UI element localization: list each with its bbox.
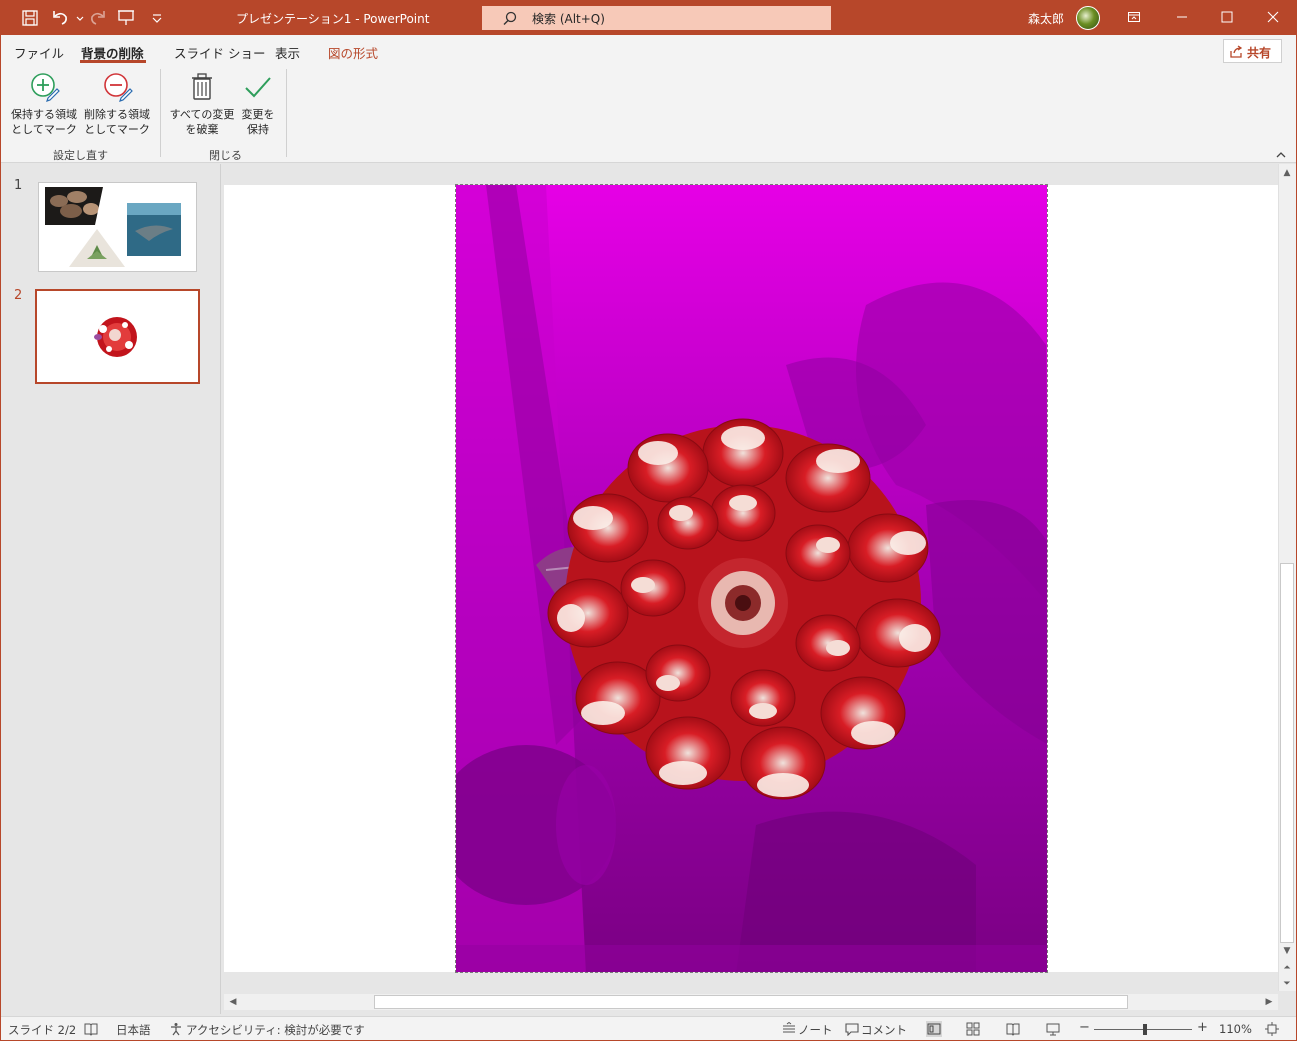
document-title: プレゼンテーション1 - PowerPoint (236, 12, 430, 26)
share-icon (1230, 45, 1243, 58)
slide-1-preview (45, 187, 181, 267)
accessibility-status[interactable]: アクセシビリティ: 検討が必要です (186, 1022, 365, 1038)
minimize-button[interactable] (1160, 0, 1204, 35)
close-icon (1267, 11, 1279, 23)
language-indicator[interactable]: 日本語 (116, 1022, 151, 1038)
minimize-icon (1177, 16, 1187, 18)
customize-qat-icon[interactable] (147, 8, 162, 28)
mark-areas-to-keep-button[interactable]: 保持する領域 としてマーク (8, 69, 80, 143)
scroll-left-icon[interactable]: ◀ (226, 995, 240, 1009)
comment-icon (845, 1022, 859, 1036)
tab-view[interactable]: 表示 (275, 43, 300, 62)
close-button[interactable] (1251, 0, 1295, 35)
slide-thumbnail-2[interactable] (35, 289, 200, 384)
zoom-in-icon[interactable]: + (1197, 1020, 1208, 1035)
notes-icon (782, 1022, 796, 1036)
present-from-beginning-icon[interactable] (116, 8, 136, 28)
keep-label-2: 保持 (247, 123, 269, 136)
trash-icon (192, 73, 212, 100)
keep-changes-button[interactable]: 変更を 保持 (238, 69, 278, 143)
checkmark-icon (245, 77, 271, 98)
scroll-up-icon[interactable]: ▲ (1280, 166, 1294, 180)
spelling-check-icon[interactable] (84, 1022, 98, 1036)
background-removal-picture[interactable] (455, 184, 1048, 973)
group-separator (160, 69, 161, 157)
dahlia-photo (456, 185, 1047, 972)
ribbon-display-icon (1128, 12, 1140, 22)
group-label-refine: 設定し直す (53, 149, 108, 162)
zoom-level[interactable]: 110% (1219, 1022, 1252, 1036)
maximize-icon (1221, 11, 1233, 23)
maximize-button[interactable] (1205, 0, 1249, 35)
scroll-down-icon[interactable]: ▼ (1280, 944, 1294, 958)
scroll-right-icon[interactable]: ▶ (1262, 995, 1276, 1009)
accessibility-icon (169, 1022, 183, 1036)
fit-to-window-icon[interactable] (1265, 1022, 1279, 1036)
search-box[interactable]: 検索 (Alt+Q) (482, 6, 831, 30)
previous-slide-icon[interactable]: ⏶ (1280, 961, 1294, 975)
discard-label-1: すべての変更 (169, 108, 235, 121)
user-name[interactable]: 森太郎 (1028, 10, 1064, 27)
discard-all-changes-button[interactable]: すべての変更 を破棄 (168, 69, 236, 143)
ribbon-panel: 保持する領域 としてマーク 削除する領域 としてマーク 設定し直す すべての変更… (0, 65, 1297, 163)
vertical-scroll-thumb[interactable] (1280, 563, 1294, 943)
zoom-slider-thumb[interactable] (1142, 1024, 1147, 1035)
save-icon[interactable] (20, 8, 40, 28)
normal-view-icon[interactable] (926, 1021, 942, 1037)
undo-icon[interactable] (50, 8, 70, 28)
next-slide-icon[interactable]: ⏷ (1280, 977, 1294, 991)
group-separator (286, 69, 287, 157)
discard-label-2: を破棄 (185, 123, 219, 136)
ribbon-tabs: ファイル 背景の削除 スライド ショー 表示 図の形式 共有 (0, 35, 1297, 65)
mark-areas-to-keep-icon (31, 73, 60, 102)
group-label-close: 閉じる (209, 149, 242, 162)
collapse-ribbon-icon[interactable] (1274, 149, 1288, 161)
mark-keep-label-1: 保持する領域 (11, 108, 77, 121)
slide-number: 1 (14, 178, 23, 193)
slide-thumbnail-1[interactable] (38, 182, 197, 272)
status-bar: スライド 2/2 日本語 アクセシビリティ: 検討が必要です ノート コメント … (0, 1016, 1297, 1041)
slide-indicator[interactable]: スライド 2/2 (8, 1022, 76, 1038)
tab-file[interactable]: ファイル (14, 43, 64, 62)
comments-button[interactable]: コメント (861, 1022, 907, 1038)
zoom-out-icon[interactable]: − (1079, 1020, 1090, 1035)
avatar[interactable] (1076, 6, 1100, 30)
search-placeholder: 検索 (Alt+Q) (532, 12, 605, 26)
keep-label-1: 変更を (241, 108, 275, 121)
reading-view-icon[interactable] (1006, 1022, 1020, 1036)
share-button[interactable]: 共有 (1223, 39, 1282, 63)
ribbon-display-options-button[interactable] (1112, 0, 1156, 35)
slide-sorter-icon[interactable] (966, 1022, 980, 1036)
mark-remove-label-1: 削除する領域 (84, 108, 150, 121)
slide-number-selected: 2 (14, 288, 23, 303)
mark-remove-label-2: としてマーク (84, 123, 150, 136)
slide-show-icon[interactable] (1046, 1022, 1060, 1036)
mark-keep-label-2: としてマーク (11, 123, 77, 136)
search-icon (502, 10, 518, 26)
undo-dropdown-icon[interactable] (70, 8, 84, 28)
notes-button[interactable]: ノート (798, 1022, 833, 1038)
mark-areas-to-remove-icon (104, 73, 133, 102)
title-bar: プレゼンテーション1 - PowerPoint 検索 (Alt+Q) 森太郎 (0, 0, 1297, 35)
slide-thumbnail-pane: 1 2 (0, 164, 221, 1014)
share-label: 共有 (1247, 46, 1272, 60)
slide-2-preview (94, 317, 137, 357)
horizontal-scroll-thumb[interactable] (374, 995, 1128, 1009)
redo-icon[interactable] (88, 8, 108, 28)
active-tab-indicator (80, 60, 146, 63)
mark-areas-to-remove-button[interactable]: 削除する領域 としてマーク (81, 69, 153, 143)
tab-picture-format[interactable]: 図の形式 (328, 43, 378, 62)
tab-slide-show[interactable]: スライド ショー (174, 43, 265, 62)
